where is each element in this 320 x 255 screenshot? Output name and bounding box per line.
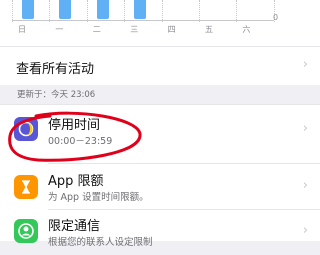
chart-gridline [199, 0, 200, 22]
red-circle-annotation [8, 111, 142, 162]
chart-gridline [86, 0, 88, 22]
chart-gridline [124, 0, 126, 22]
usage-chart: 0 日 一 二 三 四 五 六 [0, 0, 320, 46]
chevron-right-icon: › [302, 121, 308, 136]
y-axis-zero-label: 0 [273, 13, 279, 22]
day-label: 二 [92, 25, 101, 34]
see-all-activity-label: 查看所有活动 [16, 62, 95, 77]
updated-timestamp: 更新于：今天 23:06 [17, 90, 96, 100]
row-separator [48, 163, 320, 164]
day-label: 日 [18, 25, 26, 34]
usage-bar [59, 0, 72, 19]
usage-bar [134, 0, 147, 19]
day-label: 五 [205, 25, 213, 34]
usage-bar-chart [12, 0, 275, 22]
chart-gridline [49, 0, 51, 22]
app-limits-subtitle: 为 App 设置时间限额。 [48, 192, 149, 203]
chevron-right-icon: › [302, 57, 308, 72]
row-separator [48, 209, 320, 210]
day-label: 六 [242, 25, 251, 34]
chart-gridline [161, 0, 163, 22]
app-limits-row[interactable]: App 限额 为 App 设置时间限额。 › [0, 165, 320, 209]
hourglass-icon [14, 175, 38, 199]
chart-gridline [12, 0, 13, 22]
day-label: 一 [55, 25, 64, 34]
communication-limits-subtitle: 根据您的联系人设定限制 [48, 237, 153, 248]
see-all-activity-row[interactable]: 查看所有活动 › [0, 46, 320, 85]
communication-limits-title: 限定通信 [48, 219, 101, 234]
chevron-right-icon: › [302, 178, 308, 193]
day-label: 三 [130, 25, 139, 34]
app-limits-title: App 限额 [48, 174, 104, 189]
usage-bar [96, 0, 109, 19]
chevron-right-icon: › [302, 223, 308, 238]
chart-gridline [236, 0, 238, 22]
communication-limits-row[interactable]: 限定通信 根据您的联系人设定限制 › [0, 211, 320, 255]
day-label: 四 [167, 25, 176, 34]
person-circle-icon [14, 219, 38, 243]
usage-bar [22, 0, 34, 19]
chart-axis-line [12, 20, 274, 21]
